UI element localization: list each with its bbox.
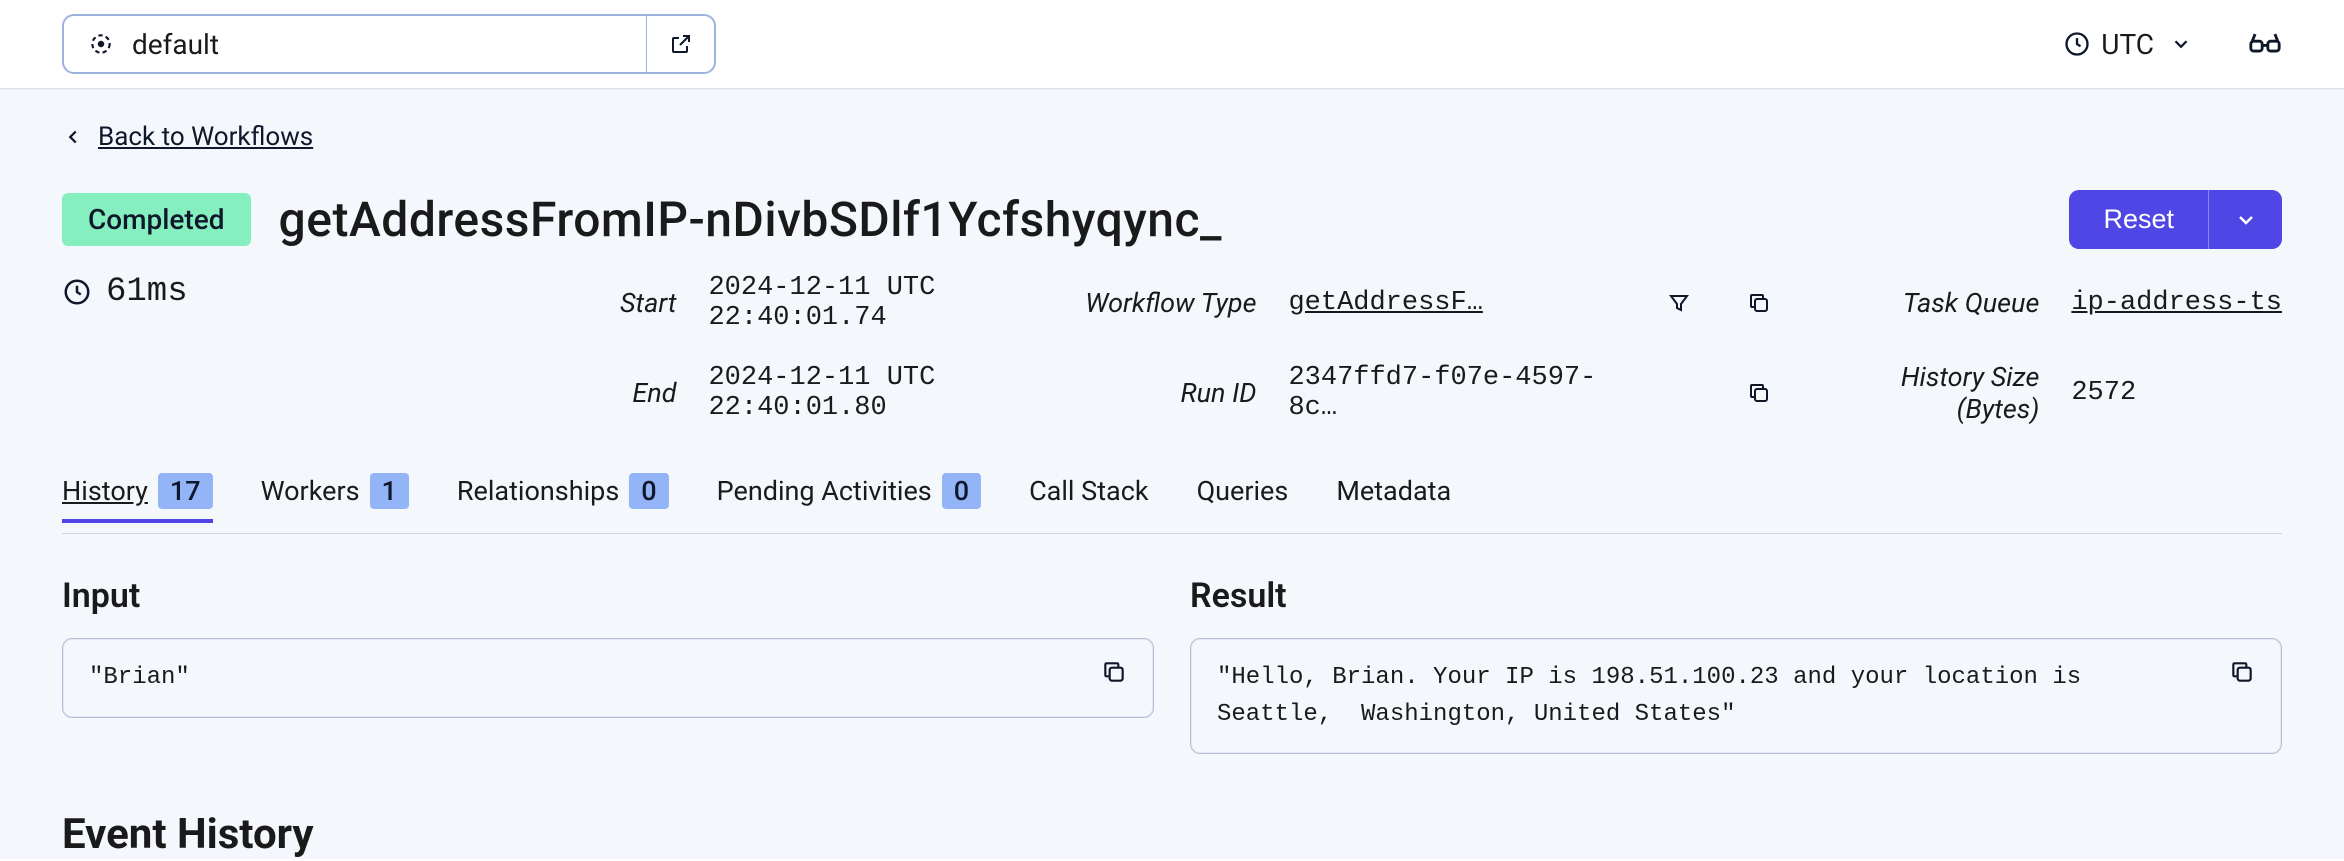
- copy-icon[interactable]: [1733, 381, 1785, 405]
- workflow-type-label: Workflow Type: [1085, 287, 1260, 319]
- external-link-icon: [669, 32, 693, 56]
- title-row: Completed getAddressFromIP-nDivbSDlf1Ycf…: [62, 190, 2282, 249]
- task-queue-label: Task Queue: [1813, 287, 2043, 319]
- input-value: "Brian": [89, 659, 210, 696]
- workflow-id-title: getAddressFromIP-nDivbSDlf1Ycfshyqync_: [279, 191, 1223, 248]
- namespace-selector-main[interactable]: default: [64, 16, 646, 72]
- namespace-name: default: [132, 28, 219, 61]
- filter-icon[interactable]: [1653, 291, 1705, 315]
- chevron-down-icon: [2170, 33, 2192, 55]
- status-badge: Completed: [62, 193, 251, 246]
- topbar: default UTC: [0, 0, 2344, 89]
- namespace-open-button[interactable]: [646, 16, 714, 72]
- input-title: Input: [62, 576, 1154, 616]
- copy-icon[interactable]: [2229, 659, 2255, 685]
- clock-icon: [62, 277, 92, 307]
- tab-metadata[interactable]: Metadata: [1336, 475, 1451, 521]
- reset-dropdown-button[interactable]: [2208, 190, 2282, 249]
- tab-label: Call Stack: [1029, 475, 1148, 507]
- tab-workers[interactable]: Workers 1: [261, 473, 409, 523]
- copy-icon[interactable]: [1101, 659, 1127, 685]
- tab-count: 0: [629, 473, 668, 509]
- tab-count: 1: [370, 473, 409, 509]
- tab-count: 0: [942, 473, 981, 509]
- tab-history[interactable]: History 17: [62, 473, 213, 523]
- chevron-down-icon: [2234, 208, 2258, 232]
- glasses-icon[interactable]: [2248, 27, 2282, 61]
- tab-label: Pending Activities: [717, 475, 932, 507]
- result-title: Result: [1190, 576, 2282, 616]
- back-to-workflows-link[interactable]: Back to Workflows: [62, 122, 313, 152]
- task-queue-value[interactable]: ip-address-ts: [2071, 288, 2282, 318]
- chevron-left-icon: [62, 126, 84, 148]
- duration-value: 61ms: [106, 273, 188, 311]
- meta-row: 61ms Start 2024-12-11 UTC 22:40:01.74 Wo…: [62, 273, 2282, 425]
- temporal-icon: [88, 31, 114, 57]
- input-section: Input "Brian": [62, 576, 1154, 754]
- timezone-label: UTC: [2101, 28, 2154, 61]
- run-id-value: 2347ffd7-f07e-4597-8c…: [1288, 363, 1625, 423]
- copy-icon[interactable]: [1733, 291, 1785, 315]
- tab-count: 17: [158, 473, 213, 509]
- result-value: "Hello, Brian. Your IP is 198.51.100.23 …: [1217, 659, 2229, 733]
- run-id-label: Run ID: [1085, 377, 1260, 409]
- start-label: Start: [620, 287, 680, 319]
- clock-icon: [2063, 30, 2091, 58]
- meta-grid: Start 2024-12-11 UTC 22:40:01.74 Workflo…: [620, 273, 2282, 425]
- tabs: History 17 Workers 1 Relationships 0 Pen…: [62, 473, 2282, 534]
- tab-queries[interactable]: Queries: [1197, 475, 1289, 521]
- timezone-select[interactable]: UTC: [2063, 28, 2192, 61]
- tab-label: Relationships: [457, 475, 619, 507]
- result-section: Result "Hello, Brian. Your IP is 198.51.…: [1190, 576, 2282, 754]
- start-value: 2024-12-11 UTC 22:40:01.74: [708, 273, 1029, 333]
- back-link-text: Back to Workflows: [98, 122, 313, 152]
- workflow-type-value[interactable]: getAddressF…: [1288, 288, 1625, 318]
- io-row: Input "Brian" Result "Hello, Brian. Your…: [62, 576, 2282, 754]
- event-history-heading: Event History: [62, 810, 2282, 859]
- content-area: Back to Workflows Completed getAddressFr…: [0, 89, 2344, 859]
- reset-button[interactable]: Reset: [2069, 190, 2208, 249]
- tab-pending-activities[interactable]: Pending Activities 0: [717, 473, 981, 523]
- end-label: End: [620, 377, 680, 409]
- result-box: "Hello, Brian. Your IP is 198.51.100.23 …: [1190, 638, 2282, 754]
- tab-label: Queries: [1197, 475, 1289, 507]
- tab-relationships[interactable]: Relationships 0: [457, 473, 669, 523]
- duration: 61ms: [62, 273, 362, 311]
- end-value: 2024-12-11 UTC 22:40:01.80: [708, 363, 1029, 423]
- tab-label: History: [62, 475, 148, 507]
- history-size-label: History Size (Bytes): [1813, 361, 2043, 425]
- namespace-selector[interactable]: default: [62, 14, 716, 74]
- tab-label: Metadata: [1336, 475, 1451, 507]
- input-box: "Brian": [62, 638, 1154, 718]
- reset-button-group: Reset: [2069, 190, 2282, 249]
- topbar-right: UTC: [2063, 27, 2282, 61]
- tab-call-stack[interactable]: Call Stack: [1029, 475, 1148, 521]
- history-size-value: 2572: [2071, 378, 2282, 408]
- tab-label: Workers: [261, 475, 360, 507]
